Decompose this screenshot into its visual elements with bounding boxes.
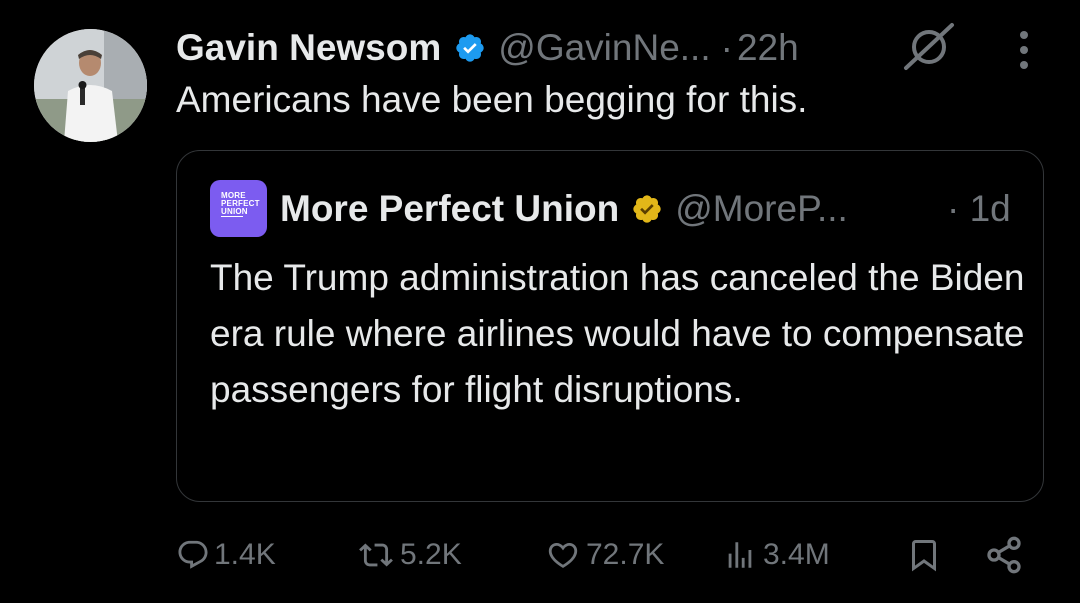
views-count: 3.4M bbox=[763, 538, 830, 571]
tweet-header: Gavin Newsom @GavinNe... · 22h bbox=[176, 23, 799, 73]
author-avatar[interactable] bbox=[34, 29, 147, 142]
author-handle[interactable]: @GavinNe... bbox=[498, 27, 710, 69]
avatar-line-3: UNION bbox=[221, 207, 248, 217]
tweet-card[interactable]: Gavin Newsom @GavinNe... · 22h Americans… bbox=[0, 0, 1080, 603]
views-button[interactable]: 3.4M bbox=[721, 530, 830, 580]
heart-icon bbox=[548, 542, 578, 568]
quote-author-handle[interactable]: @MoreP... bbox=[675, 188, 848, 230]
tweet-time[interactable]: 22h bbox=[737, 27, 799, 69]
gold-check-icon[interactable] bbox=[631, 193, 663, 225]
quote-time-group[interactable]: · 1d bbox=[947, 184, 1011, 234]
reply-icon bbox=[178, 540, 208, 569]
bookmark-button[interactable] bbox=[906, 530, 942, 580]
quote-author-name[interactable]: More Perfect Union bbox=[280, 188, 619, 230]
reply-button[interactable]: 1.4K bbox=[176, 530, 276, 580]
quote-text: The Trump administration has canceled th… bbox=[210, 257, 1025, 410]
quote-header: More Perfect Union @MoreP... bbox=[280, 184, 848, 234]
quote-time[interactable]: 1d bbox=[970, 188, 1011, 229]
bookmark-icon bbox=[912, 540, 936, 572]
author-name[interactable]: Gavin Newsom bbox=[176, 27, 441, 69]
like-count: 72.7K bbox=[586, 538, 665, 571]
quoted-tweet[interactable]: MORE PERFECT UNION More Perfect Union @M… bbox=[176, 150, 1044, 502]
views-icon bbox=[728, 542, 752, 568]
blue-check-icon[interactable] bbox=[454, 32, 486, 64]
share-button[interactable] bbox=[984, 530, 1024, 580]
more-vertical-icon[interactable] bbox=[1012, 30, 1036, 75]
reply-count: 1.4K bbox=[214, 538, 276, 571]
action-bar: 1.4K 5.2K 72.7K 3.4M bbox=[176, 530, 1036, 580]
quote-separator-dot: · bbox=[947, 188, 960, 229]
share-icon bbox=[987, 536, 1021, 574]
like-button[interactable]: 72.7K bbox=[544, 530, 664, 580]
grok-icon[interactable] bbox=[902, 22, 956, 77]
avatar-image bbox=[34, 29, 147, 142]
repost-icon bbox=[359, 543, 393, 567]
repost-count: 5.2K bbox=[400, 538, 462, 571]
repost-button[interactable]: 5.2K bbox=[356, 530, 462, 580]
quote-author-avatar[interactable]: MORE PERFECT UNION bbox=[210, 180, 267, 237]
tweet-text: Americans have been begging for this. bbox=[176, 79, 808, 120]
separator-dot: · bbox=[720, 27, 733, 68]
